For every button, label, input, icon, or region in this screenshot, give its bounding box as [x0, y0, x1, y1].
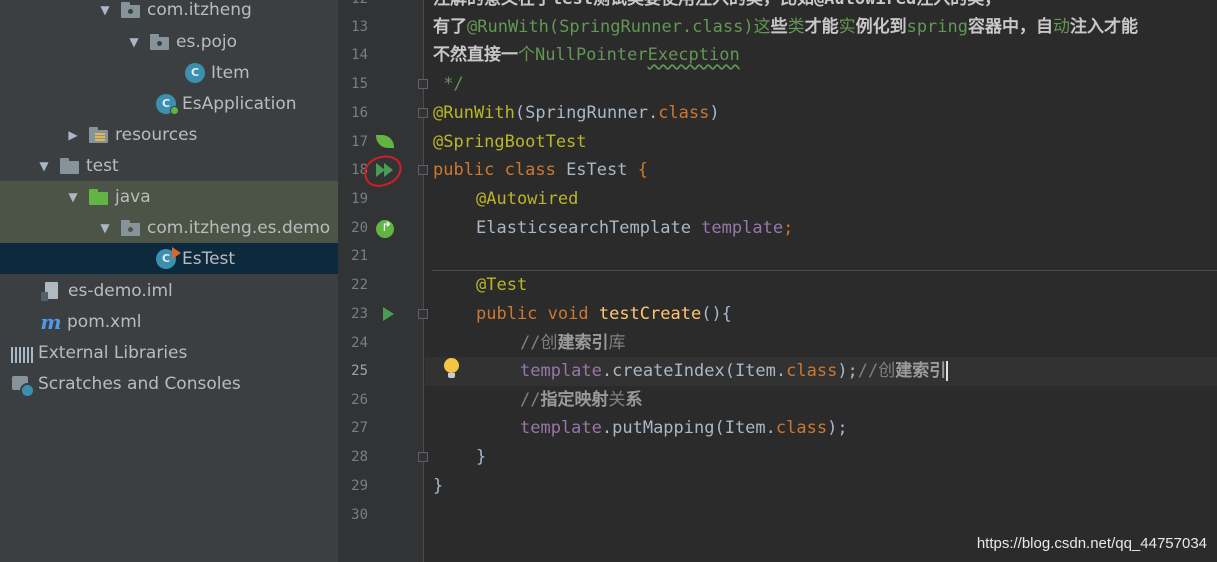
line-number: 17 [351, 134, 368, 150]
project-tree: ▼ com.itzheng ▼ es.pojo C Item C EsAppli… [0, 0, 338, 562]
line-number: 14 [351, 47, 368, 63]
code-line-12: 注解的意义在于test测试类要使用注入的类，比如@Autowired注入的类， [433, 0, 1001, 14]
code-line-20: ElasticsearchTemplate template; [476, 218, 794, 238]
tree-item-estest[interactable]: C EsTest [0, 243, 338, 274]
code-line-28: } [476, 447, 487, 467]
expanded-arrow-icon[interactable]: ▼ [66, 190, 80, 204]
line-number: 26 [351, 392, 368, 408]
text-caret [946, 361, 949, 381]
expanded-arrow-icon[interactable]: ▼ [98, 221, 112, 235]
expanded-arrow-icon[interactable]: ▼ [127, 35, 141, 49]
tree-item-label: External Libraries [38, 342, 188, 363]
tree-item-test[interactable]: ▼ test [0, 150, 338, 181]
tree-item-com-itzheng[interactable]: ▼ com.itzheng [0, 0, 338, 25]
intention-bulb-icon[interactable] [444, 358, 459, 378]
code-line-13: 有了@RunWith(SpringRunner.class)这些类才能实例化到s… [433, 17, 1138, 37]
scratches-icon [11, 374, 35, 398]
expanded-arrow-icon[interactable]: ▼ [98, 3, 112, 17]
expanded-arrow-icon[interactable]: ▼ [37, 159, 51, 173]
line-number: 23 [351, 306, 368, 322]
spring-boot-class-icon: C [155, 93, 179, 115]
line-number: 24 [351, 335, 368, 351]
folder-icon [59, 156, 81, 176]
tree-item-label: java [115, 186, 151, 207]
maven-icon: m [40, 309, 62, 334]
test-source-folder-icon [88, 187, 110, 207]
tree-item-pom-xml[interactable]: m pom.xml [0, 306, 338, 337]
code-line-14: 不然直接一个NullPointerExecption [433, 45, 740, 65]
tree-item-label: Scratches and Consoles [38, 373, 241, 394]
code-line-18: public class EsTest { [433, 160, 648, 180]
code-line-16: @RunWith(SpringRunner.class) [433, 103, 720, 123]
line-number: 16 [351, 105, 368, 121]
code-line-22: @Test [476, 275, 528, 295]
tree-item-esapplication[interactable]: C EsApplication [0, 88, 338, 119]
tree-item-label: EsApplication [182, 93, 297, 114]
package-folder-icon [120, 218, 142, 238]
code-line-23: public void testCreate(){ [476, 304, 732, 324]
tree-item-label: EsTest [182, 248, 236, 269]
line-number: 12 [338, 0, 368, 14]
tree-item-item[interactable]: C Item [0, 57, 338, 88]
line-number: 20 [351, 220, 368, 236]
tree-item-scratches-and-consoles[interactable]: Scratches and Consoles [0, 368, 338, 399]
code-line-27: template.putMapping(Item.class); [520, 418, 848, 438]
tree-item-label: test [86, 155, 119, 176]
iml-file-icon [41, 281, 63, 301]
autowired-bean-link-icon[interactable] [376, 220, 394, 238]
line-number: 28 [351, 449, 368, 465]
line-number: 30 [351, 507, 368, 523]
editor-gutter: 12 13 14 15 16 17 18 19 20 21 22 23 24 2… [338, 0, 428, 562]
package-folder-icon [120, 0, 142, 20]
code-line-25: template.createIndex(Item.class);//创建索引 [520, 361, 949, 381]
line-number: 22 [351, 277, 368, 293]
libraries-icon [11, 346, 33, 363]
code-line-26: //指定映射关系 [520, 390, 643, 410]
tree-item-com-itzheng-es-demo[interactable]: ▼ com.itzheng.es.demo [0, 212, 338, 243]
tree-item-label: com.itzheng.es.demo [147, 217, 331, 238]
line-number: 29 [351, 478, 368, 494]
code-line-24: //创建索引库 [520, 333, 626, 353]
collapsed-arrow-icon[interactable]: ▶ [66, 128, 80, 142]
code-line-15: */ [433, 74, 464, 94]
line-number-current: 25 [351, 363, 368, 379]
tree-item-external-libraries[interactable]: External Libraries [0, 337, 338, 368]
test-class-icon: C [155, 246, 181, 269]
tree-item-es-pojo[interactable]: ▼ es.pojo [0, 26, 338, 57]
run-test-icon[interactable] [383, 307, 394, 321]
line-number: 19 [351, 191, 368, 207]
package-folder-icon [149, 32, 171, 52]
line-number: 15 [351, 76, 368, 92]
spring-bean-icon[interactable] [376, 135, 394, 148]
tree-item-java[interactable]: ▼ java [0, 181, 338, 212]
line-number: 13 [351, 19, 368, 35]
line-number: 21 [351, 248, 368, 264]
method-separator [432, 270, 1217, 271]
tree-item-label: com.itzheng [147, 0, 252, 20]
tree-item-label: resources [115, 124, 198, 145]
tree-item-label: es-demo.iml [68, 280, 173, 301]
code-line-19: @Autowired [476, 189, 579, 209]
tree-item-es-demo-iml[interactable]: es-demo.iml [0, 275, 338, 306]
class-icon: C [184, 62, 206, 83]
tree-item-label: pom.xml [67, 311, 142, 332]
code-editor[interactable]: 注解的意义在于test测试类要使用注入的类，比如@Autowired注入的类， … [425, 0, 1217, 562]
watermark-text: https://blog.csdn.net/qq_44757034 [976, 535, 1207, 552]
tree-item-resources[interactable]: ▶ resources [0, 119, 338, 150]
code-line-29: } [433, 476, 444, 496]
tree-item-label: es.pojo [176, 31, 238, 52]
code-line-17: @SpringBootTest [433, 132, 587, 152]
line-number: 27 [351, 420, 368, 436]
resources-folder-icon [88, 125, 110, 145]
tree-item-label: Item [211, 62, 250, 83]
